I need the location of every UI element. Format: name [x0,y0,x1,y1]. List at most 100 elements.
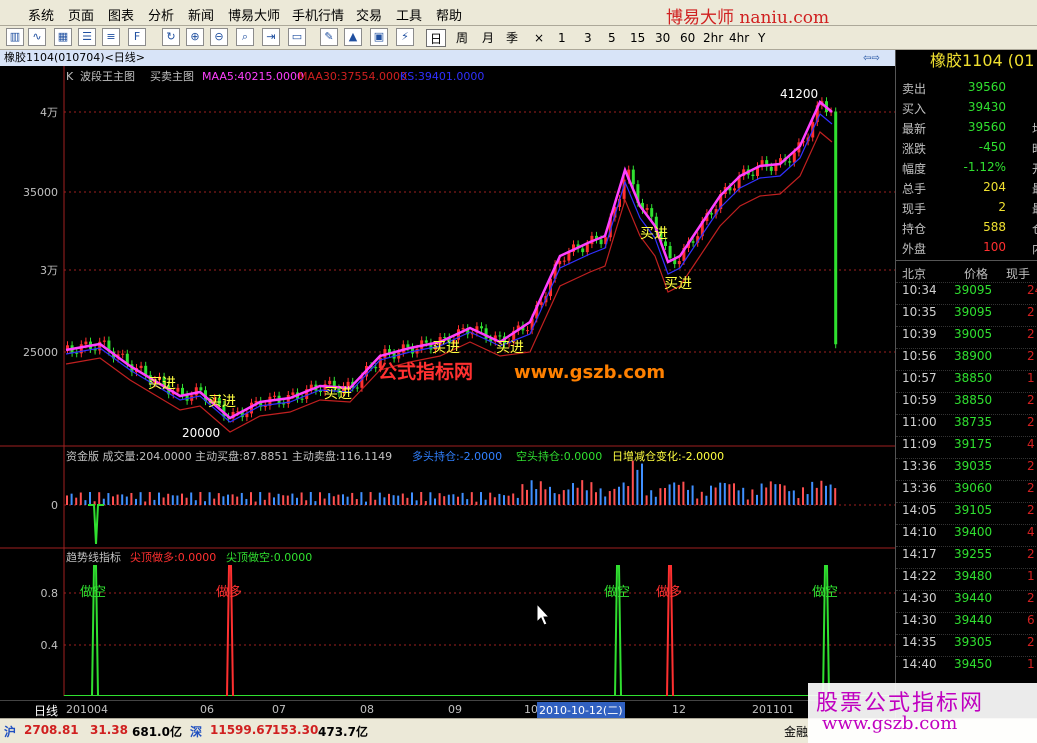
quote-key: 外盘 [902,242,927,256]
menu-mobile[interactable]: 手机行情 [292,5,344,24]
list-icon[interactable]: ≡ [102,28,120,46]
tick-volume: 1 [1027,657,1035,671]
tick-row[interactable]: 14:40 39450 1 [896,656,1037,678]
menu-tools[interactable]: 工具 [396,5,422,24]
tick-row[interactable]: 10:35 39095 2 [896,304,1037,326]
volume-bar [167,493,170,505]
volume-bar [691,485,694,505]
period-month[interactable]: 月 [482,29,494,47]
period-15[interactable]: 15 [630,29,645,47]
candle-body [834,111,838,345]
tick-row[interactable]: 14:22 39480 1 [896,568,1037,590]
period-y[interactable]: Y [758,29,765,47]
volume-bar [148,492,151,505]
volume-bar [153,499,156,505]
tick-row[interactable]: 14:05 39105 2 [896,502,1037,524]
volume-bar [765,487,768,505]
tick-row[interactable]: 10:57 38850 1 [896,370,1037,392]
tick-row[interactable]: 10:34 39095 24 [896,282,1037,304]
tick-price: 39480 [954,569,993,583]
zoom-in-icon[interactable]: ⊕ [186,28,204,46]
candle-body [710,213,713,215]
line-chart-icon[interactable]: ∿ [28,28,46,46]
kline-icon[interactable]: ▥ [6,28,24,46]
volume-bar [240,492,243,505]
tick-row[interactable]: 10:59 38850 2 [896,392,1037,414]
period-week[interactable]: 周 [456,29,468,47]
quote-value: 100 [983,240,1006,254]
status-right-text[interactable]: 金融 [784,723,808,740]
menu-news[interactable]: 新闻 [188,5,214,24]
refresh-icon[interactable]: ↻ [162,28,180,46]
tick-row[interactable]: 14:30 39440 6 [896,612,1037,634]
nav-arrows-icon[interactable]: ⇦⇨ [863,51,893,65]
tick-row[interactable]: 11:00 38735 2 [896,414,1037,436]
buy-label-6: 买进 [640,226,668,242]
period-x[interactable]: × [534,29,544,47]
volume-bar [659,488,662,505]
menu-page[interactable]: 页面 [68,5,94,24]
volume-bar [171,495,174,505]
volume-bar [792,490,795,505]
zoom-out-icon[interactable]: ⊖ [210,28,228,46]
draw-icon[interactable]: ✎ [320,28,338,46]
chart-area[interactable]: K 波段王主图 买卖主图 MAA5:40215.0000 MAA30:37554… [0,66,895,696]
period-5[interactable]: 5 [608,29,616,47]
lightning-icon[interactable]: ⚡ [396,28,414,46]
volume-bar [181,493,183,505]
period-1[interactable]: 1 [558,29,566,47]
export-icon[interactable]: ⇥ [262,28,280,46]
buy-label-3: 买进 [324,386,352,402]
period-day[interactable]: 日 [426,29,447,47]
period-60[interactable]: 60 [680,29,695,47]
table-icon[interactable]: ☰ [78,28,96,46]
tick-row[interactable]: 14:35 39305 2 [896,634,1037,656]
f10-icon[interactable]: F [128,28,146,46]
volume-bar [273,497,275,505]
menu-help[interactable]: 帮助 [436,5,462,24]
quote-extra: 内 [1032,240,1037,257]
volume-bar [631,460,634,505]
volume-bar [733,483,735,505]
menu-boyi[interactable]: 博易大师 [228,5,280,24]
period-quarter[interactable]: 季 [506,29,518,47]
quote-row: 涨跌 -450 昨 [896,140,1037,160]
volume-bar [401,493,404,505]
multi-icon[interactable]: ▣ [370,28,388,46]
search-icon[interactable]: ⌕ [236,28,254,46]
volume-dip-line [88,504,104,545]
sz-index: 11599.67 [210,723,274,737]
volume-bar [89,492,91,505]
tick-row[interactable]: 10:56 38900 2 [896,348,1037,370]
tick-time: 14:40 [902,657,937,671]
quote-extra: 最 [1032,200,1037,217]
tick-row[interactable]: 10:39 39005 2 [896,326,1037,348]
sh-change: 31.38 [90,723,128,737]
tick-row[interactable]: 14:17 39255 2 [896,546,1037,568]
period-3[interactable]: 3 [584,29,592,47]
quote-extra: 开 [1032,160,1037,177]
date-axis-label: 日线 [34,704,59,718]
tick-row[interactable]: 14:30 39440 2 [896,590,1037,612]
period-4hr[interactable]: 4hr [729,29,749,47]
menu-trade[interactable]: 交易 [356,5,382,24]
window-icon[interactable]: ▭ [288,28,306,46]
tick-time: 14:17 [902,547,937,561]
tick-row[interactable]: 14:10 39400 4 [896,524,1037,546]
tick-row[interactable]: 13:36 39035 2 [896,458,1037,480]
period-30[interactable]: 30 [655,29,670,47]
period-2hr[interactable]: 2hr [703,29,723,47]
tick-row[interactable]: 13:36 39060 2 [896,480,1037,502]
candle-body [677,260,681,265]
tick-price: 39400 [954,525,993,539]
tick-volume: 2 [1027,459,1035,473]
volume-bar [374,499,377,505]
alert-icon[interactable]: ▲ [344,28,362,46]
tick-row[interactable]: 11:09 39175 4 [896,436,1037,458]
menu-system[interactable]: 系统 [28,5,54,24]
candle-body [121,353,125,355]
menu-analysis[interactable]: 分析 [148,5,174,24]
grid-icon[interactable]: ▦ [54,28,72,46]
menu-chart[interactable]: 图表 [108,5,134,24]
candle-body [374,367,378,369]
